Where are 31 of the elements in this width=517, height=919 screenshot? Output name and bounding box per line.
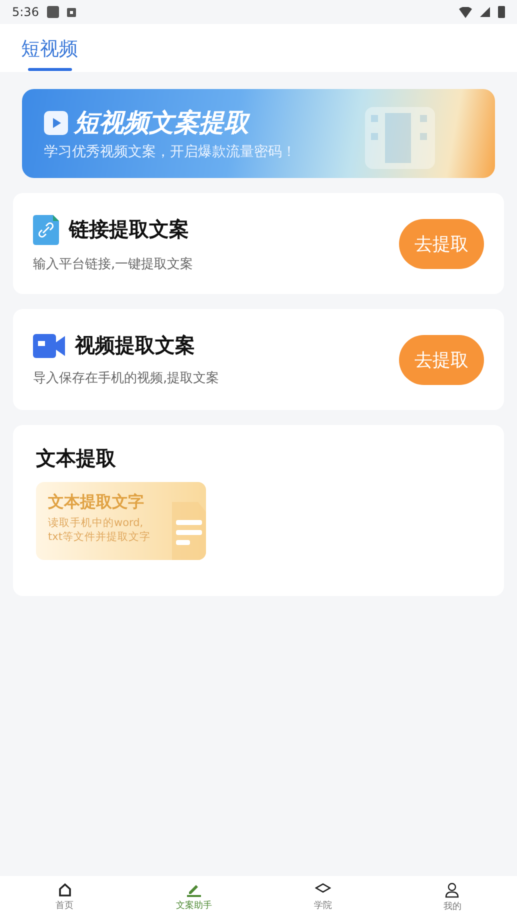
home-icon — [58, 883, 72, 897]
banner-title: 短视频文案提取 — [74, 107, 249, 139]
play-icon — [44, 110, 68, 134]
wifi-icon — [459, 6, 472, 18]
notification-icon — [46, 6, 59, 18]
extract-button[interactable]: 去提取 — [399, 218, 484, 268]
card-description: 导入保存在手机的视频,提取文案 — [33, 370, 220, 387]
nav-tab[interactable]: 首页 — [0, 876, 130, 919]
signal-icon — [480, 7, 490, 17]
banner[interactable]: 短视频文案提取 学习优秀视频文案，开启爆款流量密码！ — [22, 89, 495, 178]
video-camera-icon — [33, 334, 65, 358]
nav-tab[interactable]: 学院 — [258, 876, 388, 919]
card-description: 输入平台链接,一键提取文案 — [33, 256, 194, 272]
section-title: 文本提取 — [36, 445, 117, 472]
status-time: 5:36 — [12, 5, 39, 19]
film-icon — [365, 107, 435, 169]
tab[interactable]: 短视频 — [15, 24, 84, 72]
tile-title: 文本提取文字 — [48, 492, 145, 513]
pen-icon — [186, 883, 202, 897]
nav-tab[interactable]: 我的 — [388, 876, 517, 919]
card-title: 视频提取文案 — [75, 332, 195, 359]
extract-button[interactable]: 去提取 — [399, 334, 484, 384]
battery-icon — [498, 6, 505, 18]
tile-description: 读取手机中的word, txt等文件并提取文字 — [48, 516, 152, 544]
link-icon — [33, 214, 59, 244]
banner-subtitle: 学习优秀视频文案，开启爆款流量密码！ — [44, 143, 296, 161]
nav-tab[interactable]: 文案助手 — [129, 876, 258, 919]
card-title: 链接提取文案 — [69, 216, 189, 243]
user-icon — [445, 882, 460, 898]
document-icon — [170, 502, 206, 560]
notification-icon — [66, 8, 76, 16]
